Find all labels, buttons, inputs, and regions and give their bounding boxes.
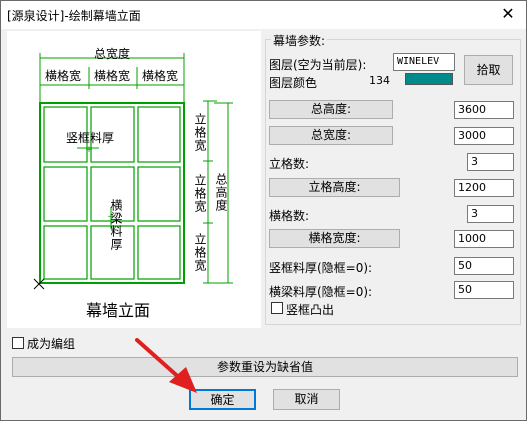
- annotation-arrow-icon: [135, 338, 197, 393]
- curtain-wall-dialog: [源泉设计]-绘制幕墙立面 ✕ + + 总宽度 横格宽 横格宽 横格宽 立格宽 …: [0, 0, 527, 421]
